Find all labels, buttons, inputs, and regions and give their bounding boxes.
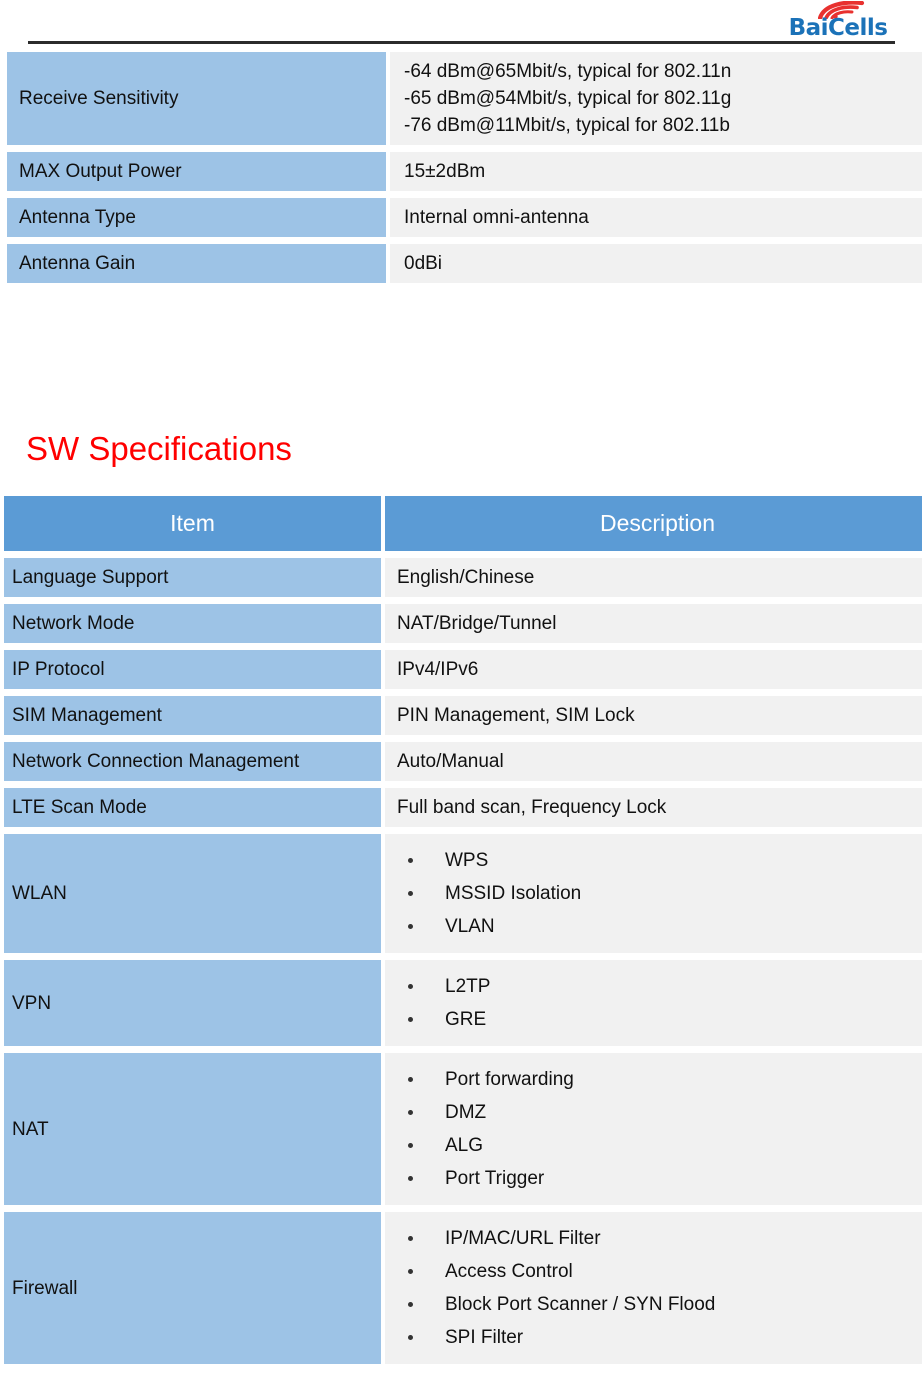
- table-row: MAX Output Power 15±2dBm: [7, 152, 922, 191]
- spec-item-label: Language Support: [4, 558, 381, 597]
- spec-item-label: Network Mode: [4, 604, 381, 643]
- column-header-item: Item: [4, 496, 381, 551]
- spec-item-label: LTE Scan Mode: [4, 788, 381, 827]
- spec-item-label: Antenna Gain: [7, 244, 386, 283]
- bullet-list: IP/MAC/URL Filter Access Control Block Por…: [397, 1222, 920, 1354]
- table-row: Antenna Gain 0dBi: [7, 244, 922, 283]
- table-header-row: Item Description: [4, 496, 922, 551]
- spec-value: Auto/Manual: [385, 742, 922, 781]
- hardware-specs-table: Receive Sensitivity -64 dBm@65Mbit/s, ty…: [3, 45, 922, 290]
- table-row: Firewall IP/MAC/URL Filter Access Control…: [4, 1212, 922, 1364]
- spec-value: PIN Management, SIM Lock: [385, 696, 922, 735]
- spec-item-label: Firewall: [4, 1212, 381, 1364]
- spec-value: -64 dBm@65Mbit/s, typical for 802.11n -6…: [390, 52, 922, 145]
- brand-name: BaiCells: [788, 15, 888, 41]
- table-row: Language Support English/Chinese: [4, 558, 922, 597]
- software-specs-table: Item Description Language Support Englis…: [0, 489, 922, 1371]
- bullet-item: IP/MAC/URL Filter: [397, 1222, 920, 1255]
- spec-item-label: Network Connection Management: [4, 742, 381, 781]
- spec-value: 0dBi: [390, 244, 922, 283]
- table-row: Antenna Type Internal omni-antenna: [7, 198, 922, 237]
- spec-value: L2TP GRE: [385, 960, 922, 1046]
- spec-item-label: NAT: [4, 1053, 381, 1205]
- spec-value: IPv4/IPv6: [385, 650, 922, 689]
- bullet-list: WPS MSSID Isolation VLAN: [397, 844, 920, 943]
- bullet-item: DMZ: [397, 1096, 920, 1129]
- spec-value: 15±2dBm: [390, 152, 922, 191]
- baicells-logo: BaiCells: [776, 1, 900, 45]
- table-row: LTE Scan Mode Full band scan, Frequency …: [4, 788, 922, 827]
- bullet-item: SPI Filter: [397, 1321, 920, 1354]
- table-row: VPN L2TP GRE: [4, 960, 922, 1046]
- spec-value: WPS MSSID Isolation VLAN: [385, 834, 922, 953]
- bullet-item: ALG: [397, 1129, 920, 1162]
- spec-item-label: Receive Sensitivity: [7, 52, 386, 145]
- spec-item-label: WLAN: [4, 834, 381, 953]
- spec-item-label: Antenna Type: [7, 198, 386, 237]
- header-divider-rule: [28, 41, 895, 44]
- spec-value: Internal omni-antenna: [390, 198, 922, 237]
- bullet-item: Block Port Scanner / SYN Flood: [397, 1288, 920, 1321]
- column-header-description: Description: [385, 496, 922, 551]
- spec-item-label: IP Protocol: [4, 650, 381, 689]
- table-row: Receive Sensitivity -64 dBm@65Mbit/s, ty…: [7, 52, 922, 145]
- spec-value: English/Chinese: [385, 558, 922, 597]
- spec-item-label: MAX Output Power: [7, 152, 386, 191]
- bullet-item: Access Control: [397, 1255, 920, 1288]
- spec-value: NAT/Bridge/Tunnel: [385, 604, 922, 643]
- software-specs-body: Language Support English/Chinese Network…: [4, 558, 922, 1364]
- spec-value: Full band scan, Frequency Lock: [385, 788, 922, 827]
- hardware-specs-body: Receive Sensitivity -64 dBm@65Mbit/s, ty…: [7, 52, 922, 283]
- page-header: BaiCells: [0, 0, 922, 48]
- bullet-item: L2TP: [397, 970, 920, 1003]
- bullet-item: Port Trigger: [397, 1162, 920, 1195]
- software-specs-header: Item Description: [4, 496, 922, 551]
- table-row: NAT Port forwarding DMZ ALG Port Trigger: [4, 1053, 922, 1205]
- bullet-list: L2TP GRE: [397, 970, 920, 1036]
- bullet-item: MSSID Isolation: [397, 877, 920, 910]
- table-row: WLAN WPS MSSID Isolation VLAN: [4, 834, 922, 953]
- section-heading-sw-specifications: SW Specifications: [26, 430, 292, 467]
- spec-value: IP/MAC/URL Filter Access Control Block Por…: [385, 1212, 922, 1364]
- bullet-item: GRE: [397, 1003, 920, 1036]
- spec-value: Port forwarding DMZ ALG Port Trigger: [385, 1053, 922, 1205]
- bullet-item: WPS: [397, 844, 920, 877]
- bullet-item: Port forwarding: [397, 1063, 920, 1096]
- table-row: Network Mode NAT/Bridge/Tunnel: [4, 604, 922, 643]
- spec-item-label: VPN: [4, 960, 381, 1046]
- spec-item-label: SIM Management: [4, 696, 381, 735]
- table-row: IP Protocol IPv4/IPv6: [4, 650, 922, 689]
- table-row: Network Connection Management Auto/Manua…: [4, 742, 922, 781]
- table-row: SIM Management PIN Management, SIM Lock: [4, 696, 922, 735]
- bullet-item: VLAN: [397, 910, 920, 943]
- bullet-list: Port forwarding DMZ ALG Port Trigger: [397, 1063, 920, 1195]
